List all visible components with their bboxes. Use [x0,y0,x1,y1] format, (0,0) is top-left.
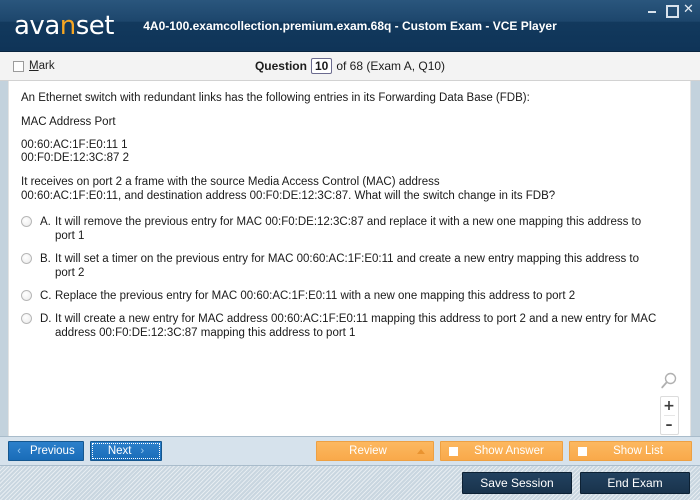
answer-option-a[interactable]: A. It will remove the previous entry for… [21,215,678,243]
answer-text-c: Replace the previous entry for MAC 00:60… [55,289,678,303]
chevron-right-icon: › [140,446,144,457]
close-icon[interactable]: ✕ [683,4,694,15]
window-controls: ✕ [647,4,694,15]
square-icon-show-answer [449,447,458,456]
content-frame: An Ethernet switch with redundant links … [0,81,700,436]
review-button[interactable]: Review [316,441,434,461]
question-counter: Question 10 of 68 (Exam A, Q10) [0,58,700,74]
answer-text-a: It will remove the previous entry for MA… [55,215,678,243]
question-text-block: An Ethernet switch with redundant links … [21,91,678,203]
fdb-entry-1: 00:60:AC:1F:E0:11 1 [21,139,678,152]
footer-bar: Save Session End Exam [0,466,700,500]
answer-text-b: It will set a timer on the previous entr… [55,252,678,280]
mark-checkbox[interactable]: Mark [13,60,55,72]
save-session-button[interactable]: Save Session [462,472,572,494]
window-title: 4A0-100.examcollection.premium.exam.68q … [0,19,700,33]
radio-button-c[interactable] [21,290,32,301]
answer-letter-a: A. [40,215,55,229]
answer-option-b[interactable]: B. It will set a timer on the previous e… [21,252,678,280]
answer-option-d[interactable]: D. It will create a new entry for MAC ad… [21,312,678,340]
question-prompt-line-1: It receives on port 2 a frame with the s… [21,175,678,189]
chevron-left-icon: ‹ [17,446,21,457]
answer-options-list: A. It will remove the previous entry for… [21,215,678,340]
question-word: Question [255,59,307,73]
minimize-icon[interactable] [647,4,658,15]
radio-button-d[interactable] [21,313,32,324]
caret-up-icon [417,449,425,454]
zoom-button-group: + – [660,396,679,435]
previous-button-label: Previous [30,445,75,457]
radio-button-b[interactable] [21,253,32,264]
question-header-bar: Mark Question 10 of 68 (Exam A, Q10) [0,52,700,81]
answer-letter-d: D. [40,312,55,326]
answer-option-c[interactable]: C. Replace the previous entry for MAC 00… [21,289,678,303]
show-answer-button-label: Show Answer [464,445,554,457]
mark-checkbox-box[interactable] [13,61,24,72]
spacer-2 [21,129,678,139]
question-content-panel: An Ethernet switch with redundant links … [8,81,691,436]
fdb-entry-2: 00:F0:DE:12:3C:87 2 [21,152,678,165]
zoom-in-button[interactable]: + [661,397,678,415]
mark-label: Mark [29,60,55,72]
fdb-entries: 00:60:AC:1F:E0:11 1 00:F0:DE:12:3C:87 2 [21,139,678,165]
next-button[interactable]: Next › [90,441,162,461]
zoom-controls: + – [658,371,680,435]
show-list-button[interactable]: Show List [569,441,692,461]
question-prompt-line-2: 00:60:AC:1F:E0:11, and destination addre… [21,189,678,203]
spacer-3 [21,165,678,175]
magnifier-icon[interactable] [659,371,679,391]
vce-player-window: avanset 4A0-100.examcollection.premium.e… [0,0,700,500]
radio-button-a[interactable] [21,216,32,227]
next-button-label: Next [108,445,132,457]
spacer-1 [21,105,678,115]
zoom-out-button[interactable]: – [661,416,678,434]
previous-button[interactable]: ‹ Previous [8,441,84,461]
title-bar: avanset 4A0-100.examcollection.premium.e… [0,0,700,52]
end-exam-button[interactable]: End Exam [580,472,690,494]
answer-letter-c: C. [40,289,55,303]
review-button-label: Review [325,445,411,457]
square-icon-show-list [578,447,587,456]
fdb-table-header: MAC Address Port [21,115,678,129]
question-intro: An Ethernet switch with redundant links … [21,91,678,105]
maximize-icon[interactable] [665,4,676,15]
question-total-label: of 68 (Exam A, Q10) [336,59,445,73]
show-answer-button[interactable]: Show Answer [440,441,563,461]
show-list-button-label: Show List [593,445,683,457]
question-number-field[interactable]: 10 [311,58,332,74]
navigation-bar: ‹ Previous Next › Review Show Answer Sho… [0,436,700,466]
answer-letter-b: B. [40,252,55,266]
answer-text-d: It will create a new entry for MAC addre… [55,312,678,340]
